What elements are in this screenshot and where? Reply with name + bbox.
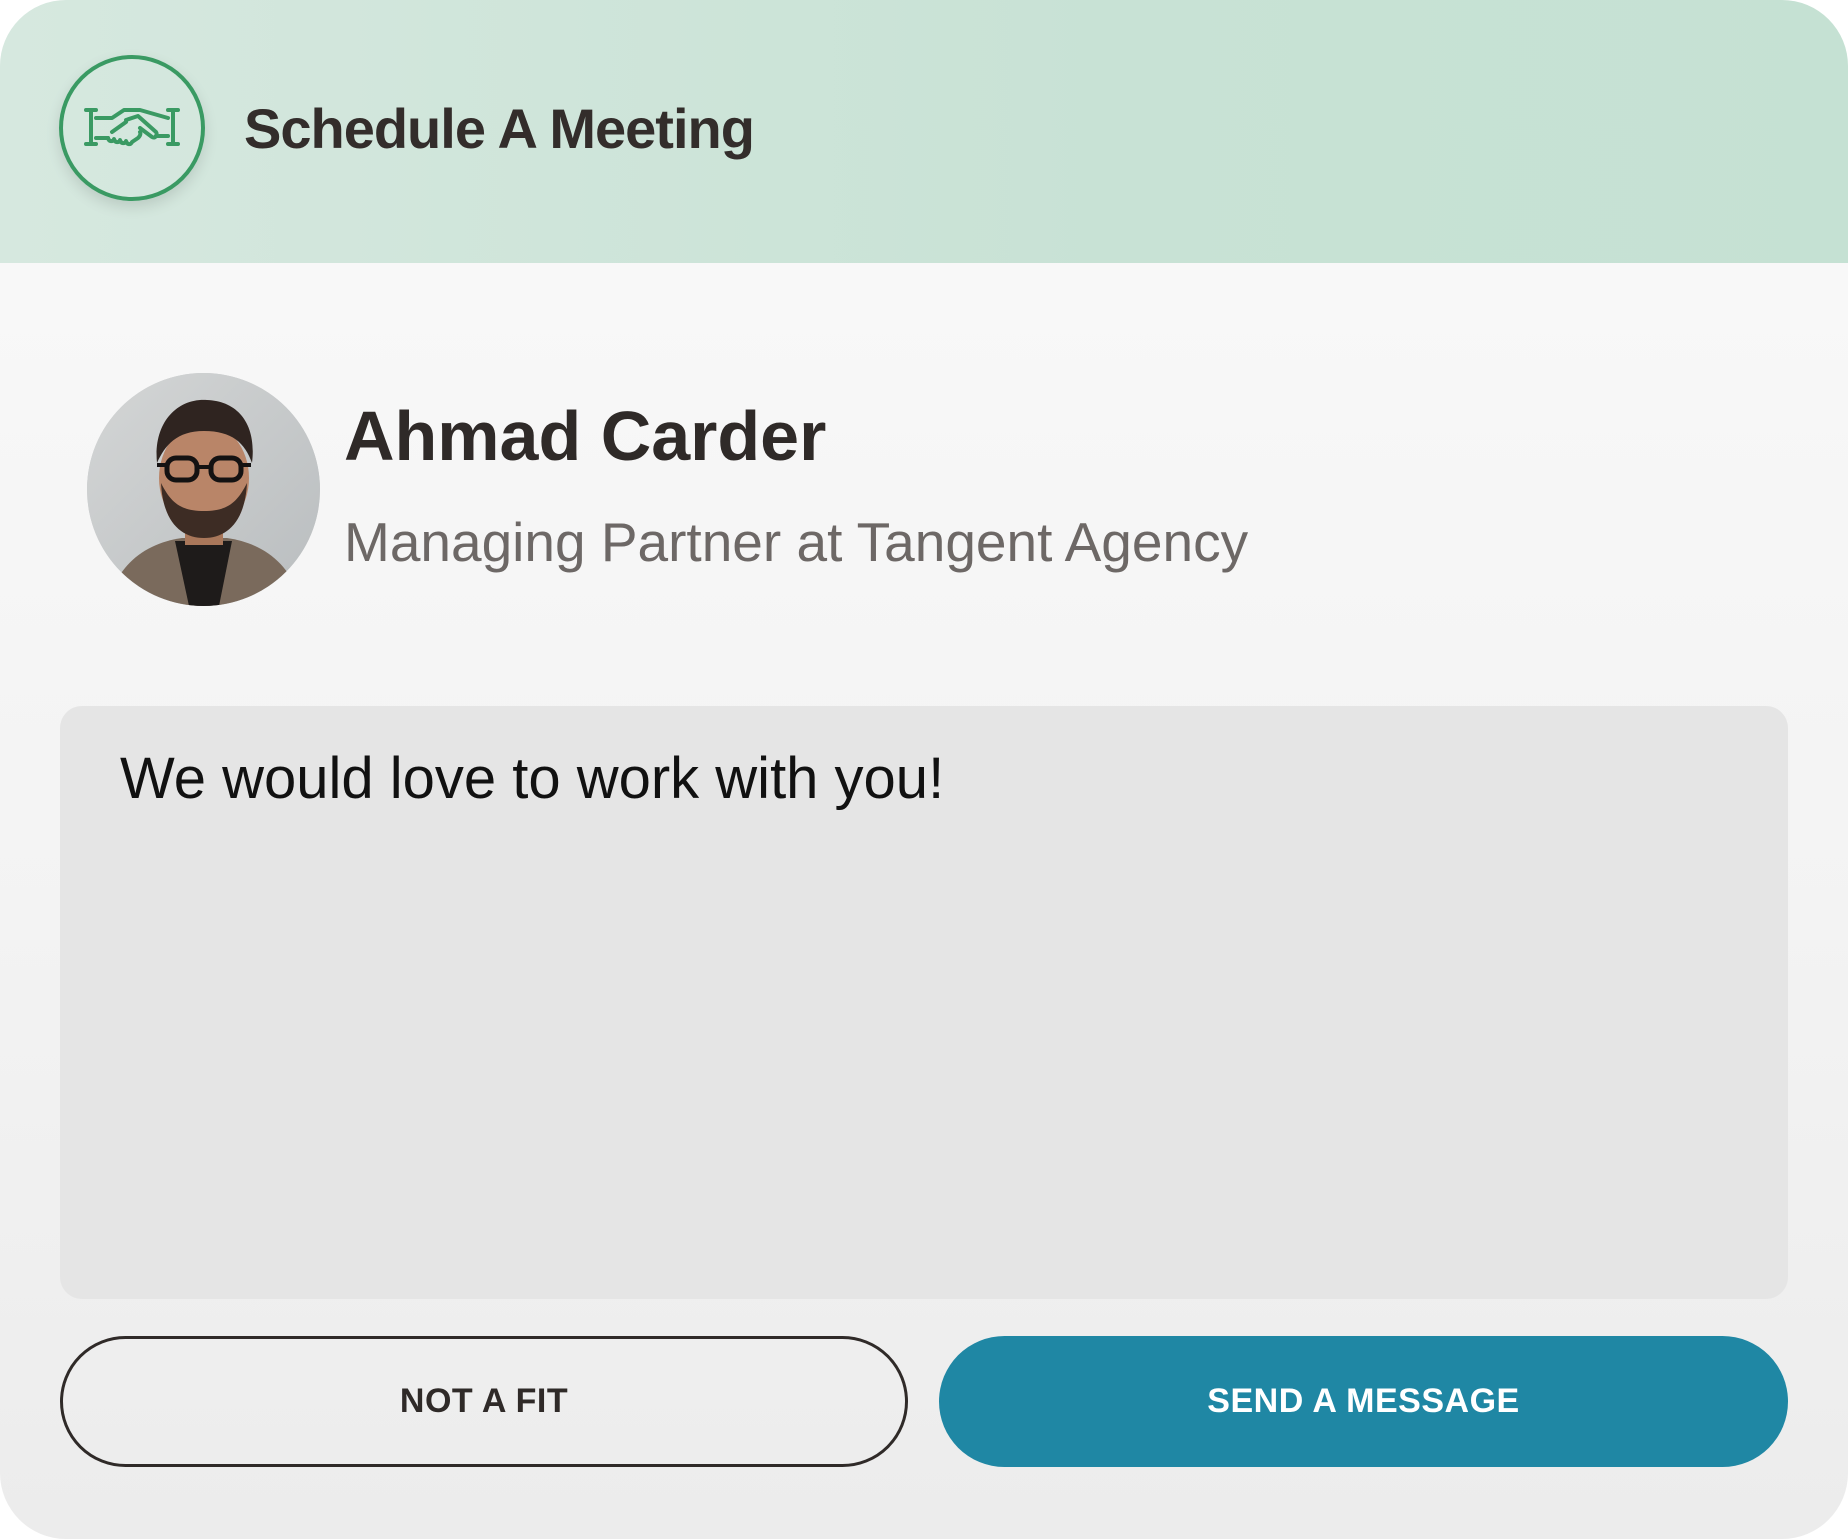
schedule-meeting-card: Schedule A Meeting Ahmad Carder Managing… [0,0,1848,1539]
profile-name: Ahmad Carder [344,397,827,475]
handshake-logo [59,55,205,201]
send-message-label: SEND A MESSAGE [1207,1382,1520,1420]
profile-role: Managing Partner at Tangent Agency [344,511,1249,573]
not-a-fit-label: NOT A FIT [399,1382,569,1420]
not-a-fit-button[interactable]: NOT A FIT [60,1336,908,1467]
card-header: Schedule A Meeting [0,0,1848,263]
message-text[interactable]: We would love to work with you! [120,744,1728,814]
handshake-icon [84,108,180,147]
message-field[interactable]: We would love to work with you! [60,706,1788,1299]
send-message-button[interactable]: SEND A MESSAGE [939,1336,1788,1467]
person-portrait-icon [87,373,320,606]
page-title: Schedule A Meeting [244,97,755,160]
avatar [87,373,320,606]
